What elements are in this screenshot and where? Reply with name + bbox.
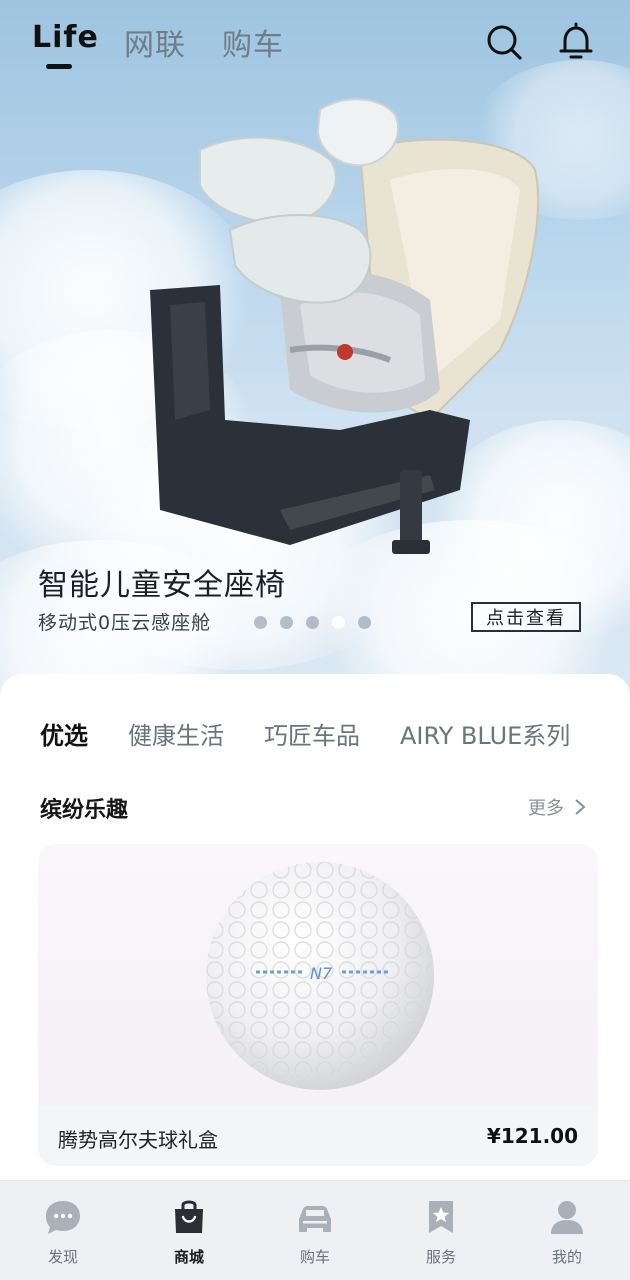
nav-label: 发现 <box>47 1248 78 1266</box>
nav-item-mine[interactable]: 我的 <box>517 1197 617 1267</box>
carousel-dot[interactable] <box>306 616 319 629</box>
car-icon <box>299 1206 331 1232</box>
product-info: 腾势高尔夫球礼盒 ¥121.00 <box>38 1106 598 1166</box>
carousel-dot[interactable] <box>254 616 267 629</box>
bottom-navigation: 发现 商城 购车 服务 我的 <box>0 1180 630 1280</box>
person-icon <box>551 1201 583 1234</box>
bell-icon[interactable] <box>556 22 596 62</box>
nav-item-service[interactable]: 服务 <box>391 1197 491 1267</box>
golf-ball-image: N7 <box>206 862 434 1090</box>
nav-label: 服务 <box>425 1248 456 1266</box>
product-name: 腾势高尔夫球礼盒 <box>58 1128 218 1152</box>
content-panel: 优选 健康生活 巧匠车品 AIRY BLUE系列 缤纷乐趣 更多 N7 腾势高尔… <box>0 674 630 1180</box>
product-price: ¥121.00 <box>486 1124 578 1148</box>
product-card[interactable]: N7 腾势高尔夫球礼盒 ¥121.00 <box>38 844 598 1166</box>
category-tab-featured[interactable]: 优选 <box>40 716 88 751</box>
child-seat-image <box>150 98 540 554</box>
category-tab-airy-blue[interactable]: AIRY BLUE系列 <box>400 716 570 751</box>
search-icon[interactable] <box>484 22 524 62</box>
nav-item-buy-car[interactable]: 购车 <box>265 1197 365 1267</box>
nav-item-discover[interactable]: 发现 <box>13 1197 113 1267</box>
tab-buy-car[interactable]: 购车 <box>222 20 284 64</box>
category-tabs: 优选 健康生活 巧匠车品 AIRY BLUE系列 <box>40 716 610 751</box>
category-tab-craft-car-goods[interactable]: 巧匠车品 <box>264 716 360 751</box>
shopping-bag-icon <box>175 1200 203 1233</box>
carousel-dot-active[interactable] <box>332 616 345 629</box>
nav-label: 购车 <box>299 1248 330 1266</box>
chat-bubble-icon <box>46 1201 80 1234</box>
tab-network[interactable]: 网联 <box>124 20 186 64</box>
view-details-button[interactable]: 点击查看 <box>471 602 581 632</box>
section-title: 缤纷乐趣 <box>40 798 129 823</box>
ball-logo-text: N7 <box>310 964 333 983</box>
chevron-right-icon <box>575 799 586 815</box>
carousel-indicator <box>254 616 371 629</box>
bookmark-star-icon <box>429 1201 453 1233</box>
more-link[interactable]: 更多 <box>528 794 586 820</box>
top-bar: Life 网联 购车 <box>0 0 630 80</box>
product-image: N7 <box>38 844 598 1106</box>
more-label: 更多 <box>528 798 564 819</box>
carousel-dot[interactable] <box>358 616 371 629</box>
banner-subtitle: 移动式0压云感座舱 <box>38 612 212 634</box>
carousel-dot[interactable] <box>280 616 293 629</box>
category-tab-healthy-life[interactable]: 健康生活 <box>128 716 224 751</box>
nav-item-mall[interactable]: 商城 <box>139 1197 239 1267</box>
tab-life[interactable]: Life <box>32 20 99 55</box>
tab-life-indicator <box>46 64 72 69</box>
nav-label: 商城 <box>173 1248 204 1266</box>
hero-banner[interactable]: Life 网联 购车 智能儿童安全座椅 移动式0压云感座舱 点击查看 <box>0 0 630 700</box>
banner-title: 智能儿童安全座椅 <box>38 568 286 603</box>
nav-label: 我的 <box>551 1248 582 1266</box>
